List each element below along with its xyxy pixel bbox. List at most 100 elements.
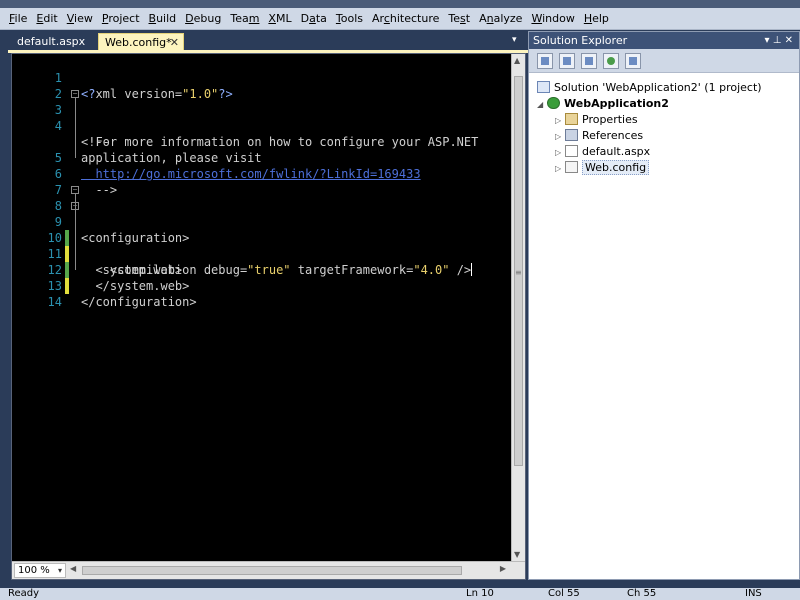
expand-arrow-icon[interactable]: ▷ bbox=[555, 145, 565, 161]
menu-item-label: alyze bbox=[493, 12, 523, 25]
horizontal-scrollbar[interactable]: ◀ ▶ bbox=[68, 564, 508, 577]
collapse-arrow-icon[interactable]: ◢ bbox=[537, 97, 547, 113]
menu-item-label: D bbox=[300, 12, 310, 25]
menu-item[interactable]: Test bbox=[448, 12, 470, 25]
close-icon[interactable]: ✕ bbox=[170, 34, 179, 51]
menu-item-label: ebug bbox=[193, 12, 222, 25]
menu-item[interactable]: XML bbox=[268, 12, 291, 25]
menu-item-label: X bbox=[268, 12, 276, 25]
nest-related-files-icon[interactable] bbox=[603, 52, 619, 69]
code-line: 6 --> bbox=[12, 150, 512, 197]
expand-arrow-icon[interactable]: ▷ bbox=[555, 129, 565, 145]
menu-item[interactable]: Edit bbox=[36, 12, 57, 25]
scroll-grip-icon: ≡ bbox=[515, 268, 522, 277]
menu-item[interactable]: Architecture bbox=[372, 12, 439, 25]
panel-header: Solution Explorer ▾ ⊥ ✕ bbox=[529, 32, 799, 49]
tree-node-default-aspx[interactable]: ▷ default.aspx bbox=[555, 144, 650, 160]
node-label: Solution 'WebApplication2' (1 project) bbox=[554, 81, 762, 94]
menu-item-label: elp bbox=[592, 12, 609, 25]
code-line: 3 − <!-- bbox=[12, 86, 512, 150]
scroll-thumb[interactable] bbox=[82, 566, 462, 575]
config-icon bbox=[565, 161, 578, 173]
menu-item[interactable]: Data bbox=[301, 12, 327, 25]
show-all-files-icon[interactable] bbox=[559, 52, 575, 69]
page-icon bbox=[565, 145, 578, 157]
panel-toolbar bbox=[529, 49, 799, 73]
menu-item[interactable]: Build bbox=[149, 12, 177, 25]
status-line: Ln 10 bbox=[466, 588, 494, 599]
menu-bar: File Edit View Project Build Debug Team XML Data… bbox=[0, 8, 800, 30]
code-editor[interactable]: 1 <?xml version="1.0"?> 2 3 − <!-- 4 For… bbox=[11, 53, 526, 580]
node-label: default.aspx bbox=[582, 145, 651, 158]
editor-bottom-bar: 100 % ▾ ◀ ▶ bbox=[12, 561, 525, 579]
scroll-right-icon[interactable]: ▶ bbox=[500, 564, 506, 573]
status-column: Col 55 bbox=[548, 588, 580, 599]
scroll-left-icon[interactable]: ◀ bbox=[70, 564, 76, 573]
menu-item-label: Ar bbox=[372, 12, 384, 25]
code-line: 11 </system.web> bbox=[12, 230, 512, 293]
document-tabs: default.aspx Web.config* ✕ bbox=[8, 33, 528, 51]
menu-item[interactable]: Debug bbox=[185, 12, 221, 25]
expand-arrow-icon[interactable]: ▷ bbox=[555, 161, 565, 177]
code-line: 8 − <configuration> bbox=[12, 182, 512, 246]
code-line: 14 bbox=[12, 278, 512, 309]
tab-default-aspx[interactable]: default.aspx bbox=[11, 33, 87, 51]
status-text: Ready bbox=[8, 588, 40, 599]
collapse-icon[interactable]: − bbox=[71, 186, 79, 194]
vertical-scrollbar[interactable]: ▲ ≡ ▼ bbox=[511, 54, 525, 561]
workspace: default.aspx Web.config* ✕ ▾ 1 <?xml ver… bbox=[0, 31, 800, 588]
menu-item-label: hitecture bbox=[389, 12, 440, 25]
menu-item[interactable]: Analyze bbox=[479, 12, 522, 25]
code-line: 1 <?xml version="1.0"?> bbox=[12, 54, 512, 101]
chevron-down-icon: ▾ bbox=[57, 566, 62, 575]
scroll-up-icon[interactable]: ▲ bbox=[514, 56, 520, 65]
menu-item-label: ML bbox=[275, 12, 292, 25]
menu-item-label: ools bbox=[340, 12, 363, 25]
menu-item-label: iew bbox=[74, 12, 93, 25]
menu-item-label: V bbox=[66, 12, 75, 25]
menu-item[interactable]: Team bbox=[230, 12, 259, 25]
status-char: Ch 55 bbox=[627, 588, 657, 599]
panel-controls-icon[interactable]: ▾ ⊥ ✕ bbox=[765, 32, 793, 49]
tree-node-properties[interactable]: ▷ Properties bbox=[555, 112, 638, 128]
properties-icon[interactable] bbox=[537, 52, 553, 69]
panel-title: Solution Explorer bbox=[533, 34, 628, 47]
refresh-icon[interactable] bbox=[581, 52, 597, 69]
zoom-value: 100 % bbox=[18, 565, 50, 576]
code-area[interactable]: 1 <?xml version="1.0"?> 2 3 − <!-- 4 For… bbox=[12, 54, 512, 561]
menu-item[interactable]: File bbox=[9, 12, 27, 25]
expand-arrow-icon[interactable]: ▷ bbox=[555, 113, 565, 129]
menu-item-label: Tea bbox=[230, 12, 249, 25]
references-icon bbox=[565, 129, 578, 141]
status-insert-mode: INS bbox=[745, 588, 762, 599]
menu-item-label: indow bbox=[542, 12, 575, 25]
tab-dropdown-icon[interactable]: ▾ bbox=[512, 35, 517, 45]
code-line: 13 </configuration> bbox=[12, 262, 512, 309]
code-line: 5 http://go.microsoft.com/fwlink/?LinkId… bbox=[12, 134, 512, 181]
code-line: 7 bbox=[12, 166, 512, 197]
menu-item-label: roject bbox=[108, 12, 140, 25]
tree-node-references[interactable]: ▷ References bbox=[555, 128, 643, 144]
menu-item[interactable]: Tools bbox=[336, 12, 363, 25]
scroll-down-icon[interactable]: ▼ bbox=[514, 550, 520, 559]
tree-node-project[interactable]: ◢ WebApplication2 bbox=[537, 96, 669, 112]
menu-item[interactable]: View bbox=[67, 12, 93, 25]
menu-item-label: dit bbox=[43, 12, 58, 25]
line-number: 14 bbox=[47, 295, 62, 309]
menu-item-label: H bbox=[583, 12, 593, 25]
menu-item[interactable]: Help bbox=[584, 12, 609, 25]
collapse-icon[interactable]: − bbox=[71, 90, 79, 98]
code-line: 9 − <system.web> bbox=[12, 198, 512, 278]
menu-item[interactable]: Window bbox=[531, 12, 574, 25]
code-text: </configuration> bbox=[81, 295, 197, 309]
view-designer-icon[interactable] bbox=[625, 52, 641, 69]
menu-item-label: Te bbox=[448, 12, 460, 25]
menu-item[interactable]: Project bbox=[102, 12, 140, 25]
tree-node-solution[interactable]: Solution 'WebApplication2' (1 project) bbox=[537, 80, 762, 96]
window-title-bar bbox=[0, 0, 800, 8]
menu-item-label: t bbox=[465, 12, 471, 25]
menu-item-label: W bbox=[531, 12, 543, 25]
tab-web-config[interactable]: Web.config* ✕ bbox=[98, 33, 184, 51]
zoom-selector[interactable]: 100 % ▾ bbox=[14, 563, 66, 578]
tree-node-web-config[interactable]: ▷ Web.config bbox=[555, 160, 650, 177]
